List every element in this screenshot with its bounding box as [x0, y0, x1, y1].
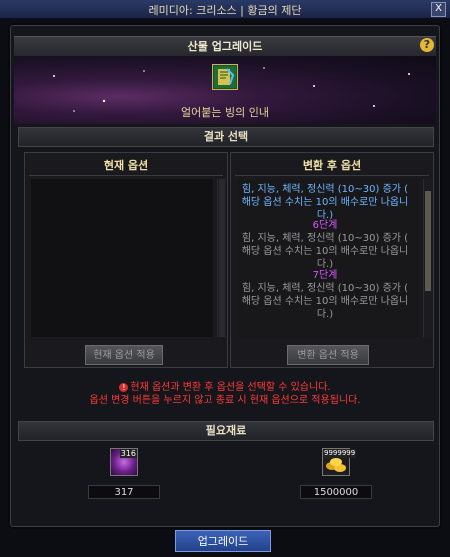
warning-line-1: ! 현재 옵션과 변환 후 옵션을 선택할 수 있습니다.	[18, 381, 432, 394]
divider	[235, 175, 429, 176]
help-icon[interactable]: ?	[420, 38, 434, 52]
changed-option-panel: 변환 후 옵션 힘, 지능, 체력, 정신력 (10~30) 증가 ( 해당 옵…	[230, 152, 434, 368]
material-quantity: 317	[88, 485, 160, 499]
changed-option-scrollbar[interactable]	[423, 179, 432, 337]
purple-orb-icon[interactable]: 316	[110, 448, 138, 476]
current-option-scrollbar[interactable]	[217, 179, 226, 337]
window-title: 레미디아: 크리소스 | 황금의 제단	[148, 4, 302, 17]
scrollbar-track	[219, 179, 225, 337]
gold-coins-icon[interactable]: 9999999	[322, 448, 357, 476]
current-option-title: 현재 옵션	[103, 159, 149, 172]
apply-current-option-button[interactable]: 현재 옵션 적용	[85, 345, 163, 365]
option-line: 해당 옵션 수치는 10의 배수로만 나옵니다.)	[241, 296, 409, 320]
option-line: 해당 옵션 수치는 10의 배수로만 나옵니다.)	[241, 246, 409, 270]
material-badge: 316	[119, 449, 137, 458]
materials-title: 필요재료	[18, 421, 434, 441]
option-line: 힘, 지능, 체력, 정신력 (10~30) 증가 (	[241, 283, 409, 294]
warning-icon: !	[119, 382, 129, 392]
item-icon[interactable]	[212, 64, 238, 90]
material-quantity: 1500000	[300, 485, 372, 499]
changed-option-title: 변환 후 옵션	[302, 159, 362, 172]
current-option-list	[31, 179, 213, 337]
warning-text: 현재 옵션과 변환 후 옵션을 선택할 수 있습니다.	[130, 382, 331, 393]
warning-message: ! 현재 옵션과 변환 후 옵션을 선택할 수 있습니다. 옵션 변경 버튼을 누…	[18, 381, 432, 407]
current-option-panel: 현재 옵션 현재 옵션 적용	[24, 152, 228, 368]
option-line: 힘, 지능, 체력, 정신력 (10~30) 증가 (	[241, 184, 409, 195]
close-button[interactable]: X	[431, 2, 446, 17]
scrollbar-thumb[interactable]	[425, 191, 431, 291]
option-stage: 6단계	[312, 220, 338, 231]
apply-changed-option-button[interactable]: 변환 옵션 적용	[287, 345, 369, 365]
warning-line-2: 옵션 변경 버튼을 누르지 않고 종료 시 현재 옵션으로 적용됩니다.	[89, 395, 361, 406]
upgrade-button[interactable]: 업그레이드	[175, 530, 271, 552]
window-titlebar: 레미디아: 크리소스 | 황금의 제단 X	[0, 0, 450, 19]
material-badge: 9999999	[323, 449, 357, 458]
scroll-item-icon	[214, 66, 236, 88]
dialog-header-title: 산물 업그레이드	[14, 36, 436, 58]
option-entry-1[interactable]: 힘, 지능, 체력, 정신력 (10~30) 증가 ( 해당 옵션 수치는 10…	[237, 183, 413, 222]
item-name: 얼어붙는 빙의 인내	[181, 106, 269, 119]
option-line: 힘, 지능, 체력, 정신력 (10~30) 증가 (	[241, 233, 409, 244]
option-entry-2[interactable]: 6단계 힘, 지능, 체력, 정신력 (10~30) 증가 ( 해당 옵션 수치…	[237, 219, 413, 271]
divider	[29, 175, 223, 176]
result-section-title: 결과 선택	[18, 127, 434, 147]
option-stage: 7단계	[312, 270, 338, 281]
changed-option-list: 힘, 지능, 체력, 정신력 (10~30) 증가 ( 해당 옵션 수치는 10…	[237, 179, 419, 337]
option-entry-3[interactable]: 7단계 힘, 지능, 체력, 정신력 (10~30) 증가 ( 해당 옵션 수치…	[237, 269, 413, 321]
